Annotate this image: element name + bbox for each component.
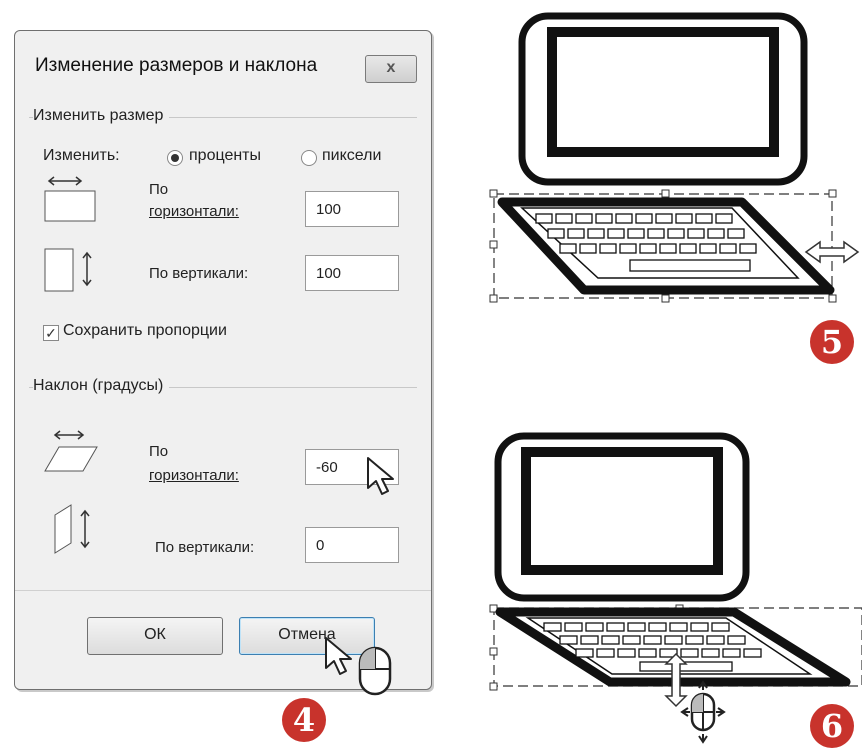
skew-vertical-input[interactable]: 0: [305, 527, 399, 563]
resize-group: Изменить размер: [29, 107, 417, 125]
resize-horizontal-label-line1: По: [149, 181, 169, 198]
skew-vertical-label: По вертикали:: [155, 539, 255, 556]
laptop-horizontal-skew-illustration: [489, 12, 860, 303]
keep-ratio-label[interactable]: Сохранить пропорции: [63, 322, 227, 340]
skew-vertical-icon: [54, 504, 90, 554]
skew-horizontal-label-line1: По: [149, 443, 169, 460]
resize-skew-dialog: Изменение размеров и наклона x Изменить …: [14, 30, 432, 690]
step-badge-4: 4: [282, 698, 326, 742]
step-badge-5: 5: [810, 320, 854, 364]
skew-group: Наклон (градусы): [29, 377, 417, 395]
resize-vertical-input[interactable]: 100: [305, 255, 399, 291]
step-badge-6: 6: [810, 704, 854, 748]
resize-horizontal-label-line2: горизонтали:: [149, 203, 239, 220]
dialog-titlebar: Изменение размеров и наклона x: [15, 31, 431, 95]
resize-group-label: Изменить размер: [33, 107, 170, 125]
pixels-radio[interactable]: [301, 150, 317, 166]
percent-radio[interactable]: [167, 150, 183, 166]
mouse-pointer-icon: [367, 457, 394, 495]
skew-group-label: Наклон (градусы): [33, 377, 170, 395]
resize-vertical-label: По вертикали:: [149, 265, 249, 282]
pixels-option-label[interactable]: пиксели: [322, 147, 381, 165]
resize-horizontal-icon: [44, 176, 96, 222]
ok-button[interactable]: ОК: [87, 617, 223, 655]
dialog-title: Изменение размеров и наклона: [35, 55, 318, 76]
skew-horizontal-icon: [44, 430, 98, 472]
click-pointer-icon: [325, 637, 392, 696]
change-label: Изменить:: [43, 147, 120, 164]
skew-horizontal-label-line2: горизонтали:: [149, 467, 239, 484]
keep-ratio-checkbox[interactable]: ✓: [43, 325, 59, 341]
percent-option-label[interactable]: проценты: [189, 147, 261, 165]
resize-horizontal-input[interactable]: 100: [305, 191, 399, 227]
resize-vertical-icon: [44, 248, 92, 292]
close-button[interactable]: x: [365, 55, 417, 83]
laptop-vertical-skew-illustration: [489, 432, 862, 744]
